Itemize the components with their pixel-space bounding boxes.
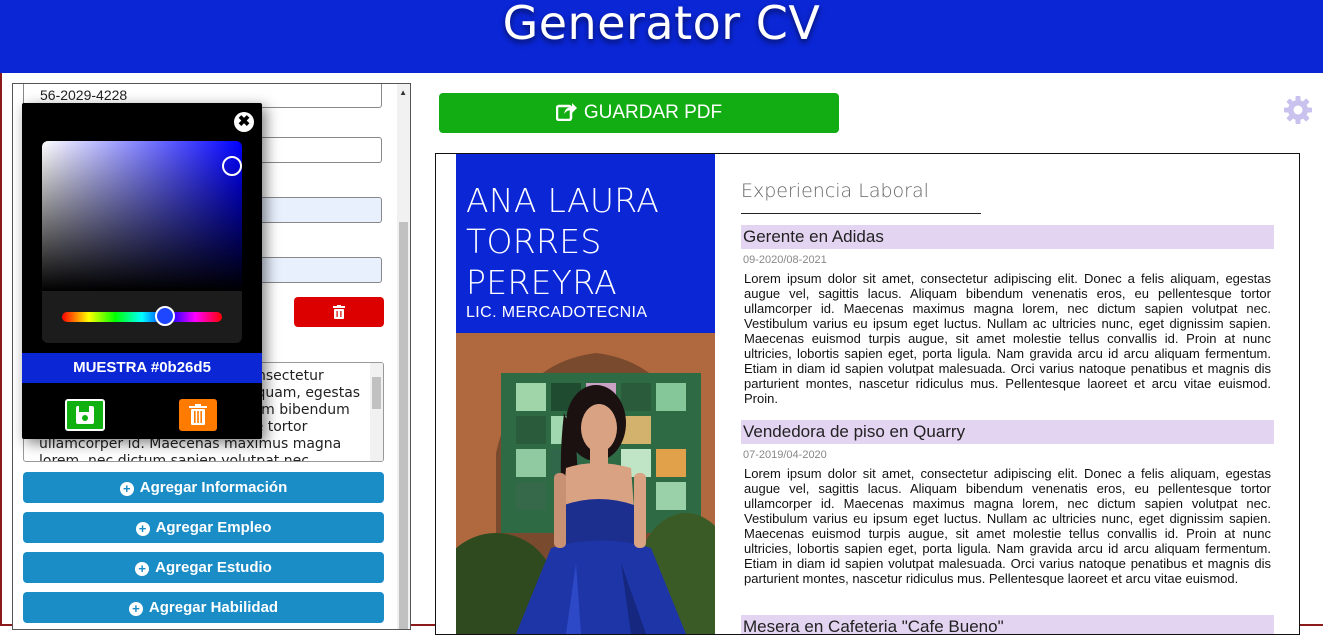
hue-handle[interactable] — [155, 306, 175, 326]
add-study-button[interactable]: + Agregar Estudio — [23, 552, 384, 583]
remove-color-button[interactable] — [179, 399, 217, 431]
saturation-value-area[interactable] — [42, 141, 242, 291]
plus-circle-icon: + — [128, 602, 143, 616]
job-title: Mesera en Cafeteria "Cafe Bueno" — [741, 615, 1274, 634]
save-pdf-button[interactable]: GUARDAR PDF — [439, 93, 839, 133]
cv-sidebar: ANA LAURA TORRES PEREYRA LIC. MERCADOTEC… — [456, 154, 715, 634]
cv-content: Experiencia Laboral Gerente en Adidas 09… — [741, 154, 1274, 634]
delete-button[interactable] — [294, 297, 384, 327]
add-skill-button[interactable]: + Agregar Habilidad — [23, 592, 384, 623]
cv-preview: ANA LAURA TORRES PEREYRA LIC. MERCADOTEC… — [435, 153, 1300, 635]
hue-slider[interactable] — [62, 312, 222, 322]
floppy-disk-icon — [76, 406, 94, 424]
trash-icon — [333, 305, 345, 319]
app-header: Generator CV — [0, 0, 1323, 73]
close-icon[interactable]: ✖ — [234, 112, 254, 132]
section-title: Experiencia Laboral — [741, 180, 929, 202]
textarea-scrollbar[interactable] — [370, 363, 383, 461]
add-job-button[interactable]: + Agregar Empleo — [23, 512, 384, 543]
profile-photo — [456, 333, 715, 634]
gear-icon[interactable] — [1283, 95, 1313, 125]
job-entry: Mesera en Cafeteria "Cafe Bueno" — [741, 615, 1274, 634]
job-entry: Vendedora de piso en Quarry 07-2019/04-2… — [741, 420, 1274, 586]
scroll-up-icon[interactable]: ▲ — [399, 88, 407, 97]
job-dates: 07-2019/04-2020 — [743, 449, 827, 461]
cv-profession: LIC. MERCADOTECNIA — [466, 304, 648, 321]
add-info-button[interactable]: + Agregar Información — [23, 472, 384, 503]
cv-name: ANA LAURA TORRES PEREYRA — [466, 181, 660, 302]
cv-name-box: ANA LAURA TORRES PEREYRA LIC. MERCADOTEC… — [456, 154, 715, 333]
plus-circle-icon: + — [135, 562, 150, 576]
job-entry: Gerente en Adidas 09-2020/08-2021 Lorem … — [741, 225, 1274, 406]
job-title: Vendedora de piso en Quarry — [741, 420, 1274, 444]
section-divider — [741, 213, 981, 214]
picker-body — [42, 141, 242, 343]
frame-border — [0, 73, 2, 626]
color-sample: MUESTRA #0b26d5 — [22, 353, 262, 383]
job-description: Lorem ipsum dolor sit amet, consectetur … — [744, 271, 1271, 406]
job-title: Gerente en Adidas — [741, 225, 1274, 249]
save-color-button[interactable] — [65, 399, 105, 431]
plus-circle-icon: + — [119, 482, 134, 496]
job-description: Lorem ipsum dolor sit amet, consectetur … — [744, 466, 1271, 586]
panel-scrollbar[interactable]: ▲ — [397, 84, 410, 629]
page-title: Generator CV — [502, 0, 821, 50]
saturation-handle[interactable] — [222, 156, 242, 176]
share-square-icon — [555, 103, 577, 122]
job-dates: 09-2020/08-2021 — [743, 254, 827, 266]
trash-icon — [189, 404, 207, 425]
scroll-thumb[interactable] — [399, 222, 408, 629]
plus-circle-icon: + — [135, 522, 150, 536]
color-picker: ✖ MUESTRA #0b26d5 — [22, 103, 262, 439]
